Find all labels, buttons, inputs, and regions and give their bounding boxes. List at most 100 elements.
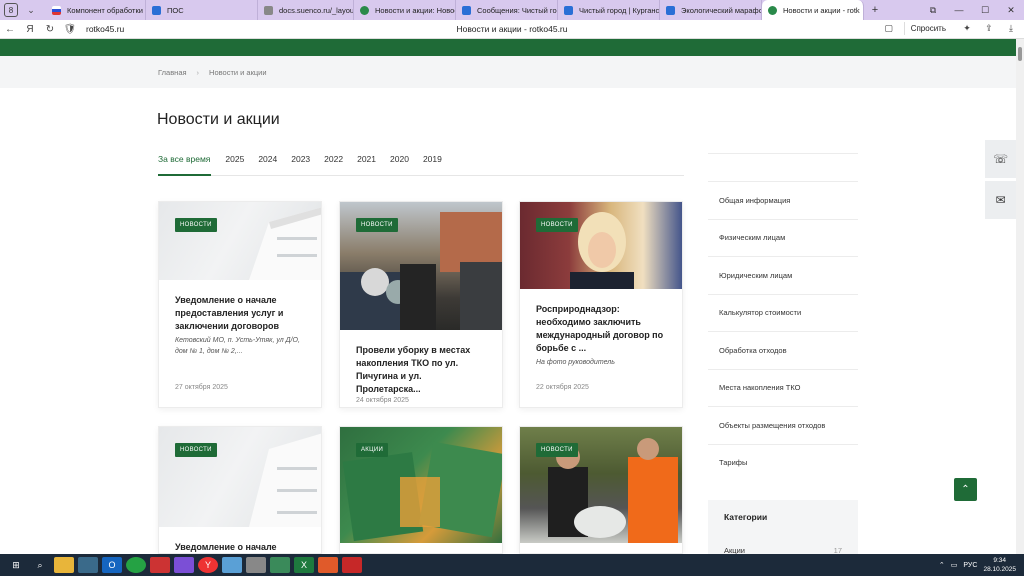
page-title-in-bar: Новости и акции - rotko45.ru <box>456 24 568 34</box>
browser-tab[interactable]: Компонент обработки с <box>46 0 146 20</box>
outlook-icon[interactable]: O <box>102 557 122 573</box>
card-title[interactable]: Провели уборку в местах накопления ТКО п… <box>356 344 488 396</box>
reload-icon[interactable]: ↻ <box>40 24 60 35</box>
windows-start-icon[interactable]: ⊞ <box>6 557 26 573</box>
browser-tab[interactable]: Новости и акции: Новос <box>354 0 456 20</box>
yandex-icon[interactable]: Я <box>20 24 40 35</box>
news-card[interactable]: Новости Провели уборку в местах накоплен… <box>339 201 503 408</box>
filter-year[interactable]: 2024 <box>258 152 277 176</box>
tray-chevron-icon[interactable]: ⌃ <box>939 561 945 569</box>
year-filter: За все время 2025 2024 2023 2022 2021 20… <box>158 152 684 176</box>
news-card[interactable]: Новости Уведомление о начале предоставле… <box>158 201 322 408</box>
url-field[interactable]: rotko45.ru <box>86 24 124 34</box>
browser-tab[interactable]: Сообщения: Чистый гор <box>456 0 558 20</box>
card-date: 22 октября 2025 <box>536 384 589 391</box>
card-title[interactable]: Уведомление о начале <box>175 541 307 553</box>
download-icon[interactable]: ⤓ <box>1004 23 1018 34</box>
breadcrumb-band: Главная › Новости и акции <box>0 56 1016 88</box>
filter-year[interactable]: 2025 <box>225 152 244 176</box>
category-badge[interactable]: Новости <box>175 218 217 232</box>
category-badge[interactable]: Новости <box>356 218 398 232</box>
news-card[interactable]: Новости Росприроднадзор: необходимо закл… <box>519 201 683 408</box>
share-icon[interactable]: ⇪ <box>982 23 996 34</box>
scroll-top-button[interactable]: ⌃ <box>954 478 977 501</box>
app-icon[interactable] <box>222 557 242 573</box>
whatsapp-icon[interactable] <box>126 557 146 573</box>
app-icon[interactable] <box>150 557 170 573</box>
filter-all-time[interactable]: За все время <box>158 152 212 176</box>
breadcrumb-home[interactable]: Главная <box>158 68 187 77</box>
browser-tab[interactable]: ПОС <box>146 0 258 20</box>
flag-icon <box>52 5 61 15</box>
back-icon[interactable]: ← <box>0 24 20 35</box>
browser-tab[interactable]: Экологический марафо <box>660 0 762 20</box>
sidebar-item[interactable]: Места накопления ТКО <box>708 368 858 407</box>
chevron-right-icon: › <box>196 68 200 77</box>
browser-tab[interactable]: Чистый город | Курганс <box>558 0 660 20</box>
card-title[interactable]: Росприроднадзор: необходимо заключить ме… <box>536 303 668 355</box>
maximize-icon[interactable]: ☐ <box>972 5 998 16</box>
bookmark-icon[interactable]: ▢ <box>882 23 896 34</box>
browser-tab-active[interactable]: Новости и акции - rotk✕ <box>762 0 864 20</box>
filter-year[interactable]: 2019 <box>423 152 442 176</box>
sidebar-item[interactable]: Юридическим лицам <box>708 256 858 294</box>
puzzle-icon[interactable]: ✦ <box>960 23 974 34</box>
close-window-icon[interactable]: ✕ <box>998 5 1024 16</box>
clock[interactable]: 9:34 28.10.2025 <box>983 556 1016 574</box>
scrollbar-thumb[interactable] <box>1018 47 1022 61</box>
category-badge[interactable]: Акции <box>356 443 389 457</box>
building-image <box>159 427 321 527</box>
app-icon[interactable] <box>78 557 98 573</box>
phone-icon[interactable]: ☏ <box>985 140 1016 178</box>
mail-icon[interactable]: ✉ <box>985 181 1016 219</box>
app-icon[interactable] <box>174 557 194 573</box>
site-icon <box>360 5 369 15</box>
breadcrumb-current: Новости и акции <box>209 68 267 77</box>
site-icon <box>768 5 777 15</box>
card-excerpt: На фото руководитель <box>536 359 615 366</box>
sidebar-item[interactable]: Физическим лицам <box>708 218 858 257</box>
news-card[interactable]: Новости <box>519 426 683 554</box>
card-excerpt: Кетовский МО, п. Усть-Утяк, ул Д/О, дом … <box>175 337 300 355</box>
category-badge[interactable]: Новости <box>536 443 578 457</box>
sidebar-item[interactable]: Тарифы <box>708 443 858 482</box>
clock-date: 28.10.2025 <box>983 566 1016 573</box>
excel-icon[interactable]: X <box>294 557 314 573</box>
vk-icon <box>564 5 573 15</box>
portrait-image <box>520 202 682 289</box>
filter-year[interactable]: 2021 <box>357 152 376 176</box>
app-icon[interactable] <box>246 557 266 573</box>
filter-year[interactable]: 2022 <box>324 152 343 176</box>
filter-year[interactable]: 2020 <box>390 152 409 176</box>
app-icon[interactable] <box>318 557 338 573</box>
lock-icon[interactable]: 🛡 <box>60 24 80 35</box>
news-card[interactable]: Новости Уведомление о начале <box>158 426 322 554</box>
minimize-icon[interactable]: — <box>946 5 972 15</box>
search-icon[interactable]: ⌕ <box>30 557 50 573</box>
category-badge[interactable]: Новости <box>175 443 217 457</box>
file-explorer-icon[interactable] <box>54 557 74 573</box>
language-indicator[interactable]: РУС <box>963 562 977 569</box>
category-badge[interactable]: Новости <box>536 218 578 232</box>
sidebar-item[interactable]: Общая информация <box>708 181 858 219</box>
site-icon <box>264 5 273 15</box>
breadcrumb: Главная › Новости и акции <box>158 68 267 77</box>
sidebar-item[interactable]: Калькулятор стоимости <box>708 293 858 332</box>
sidebar-item[interactable]: Обработка отходов <box>708 331 858 369</box>
tab-counter[interactable]: 8 <box>4 3 18 17</box>
new-tab-button[interactable]: + <box>868 3 882 17</box>
yandex-browser-icon[interactable]: Y <box>198 557 218 573</box>
pdf-icon[interactable] <box>342 557 362 573</box>
tab-list-chevron-icon[interactable]: ⌄ <box>24 5 38 16</box>
card-title[interactable]: Уведомление о начале предоставления услу… <box>175 294 307 333</box>
sidebar-item[interactable]: Объекты размещения отходов <box>708 406 858 444</box>
app-icon[interactable] <box>270 557 290 573</box>
news-card[interactable]: Акции <box>339 426 503 554</box>
scrollbar[interactable] <box>1016 39 1024 554</box>
filter-year[interactable]: 2023 <box>291 152 310 176</box>
ask-button[interactable]: Спросить <box>903 22 952 35</box>
card-date: 27 октября 2025 <box>175 384 228 391</box>
network-icon[interactable]: ▭ <box>951 561 958 569</box>
browser-tab[interactable]: docs.suenco.ru/_layouts/ <box>258 0 354 20</box>
extensions-icon[interactable]: ⧉ <box>920 5 946 16</box>
